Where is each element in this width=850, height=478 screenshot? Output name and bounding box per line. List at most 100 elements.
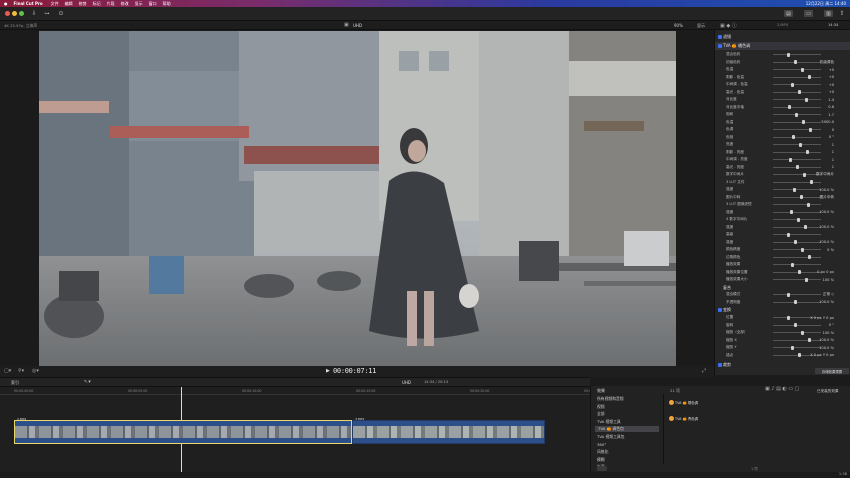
library-toggle-icon[interactable]: ▤	[784, 10, 793, 17]
installed-effects-dropdown[interactable]: 已安装的效果	[817, 389, 839, 394]
parameter-slider[interactable]	[773, 157, 821, 162]
parameter-slider[interactable]	[773, 345, 821, 350]
slider-knob[interactable]	[794, 300, 797, 305]
parameter-slider[interactable]	[773, 247, 821, 252]
slider-knob[interactable]	[801, 67, 804, 72]
effects-search-field[interactable]	[597, 466, 607, 471]
transform-enable-checkbox[interactable]	[718, 308, 722, 312]
slider-knob[interactable]	[804, 225, 807, 230]
inspector-row[interactable]: 初级色彩 初级调色	[715, 59, 850, 67]
share-icon[interactable]: ⇧	[838, 10, 846, 17]
inspector-tab-icons[interactable]: ▣ ◆ ⓘ	[720, 22, 737, 29]
inspector-row[interactable]: 中间调 - 色温 +0	[715, 81, 850, 89]
inspector-row[interactable]: 对比度 1.4	[715, 96, 850, 104]
parameter-slider[interactable]	[773, 97, 821, 102]
slider-knob[interactable]	[809, 127, 812, 132]
parameter-value[interactable]: +0	[829, 68, 834, 72]
play-icon[interactable]: ▶	[326, 368, 330, 374]
parameter-slider[interactable]	[773, 262, 821, 267]
parameter-slider[interactable]	[773, 75, 821, 80]
parameter-slider[interactable]	[773, 142, 821, 147]
import-icon[interactable]: ⇩	[30, 10, 38, 17]
inspector-row[interactable]: 不透明度 100.0 %	[715, 299, 850, 307]
menu-item[interactable]: 帮助	[163, 1, 171, 7]
slider-knob[interactable]	[791, 262, 794, 267]
parameter-slider[interactable]	[773, 187, 821, 192]
effect-thumbnail[interactable]: TVA 🍊 橘色调	[669, 400, 709, 410]
slider-knob[interactable]	[808, 338, 811, 343]
parameter-slider[interactable]	[773, 217, 821, 222]
viewer-timecode[interactable]: 00:00:07:11	[333, 367, 376, 375]
inspector-row[interactable]: 阴影 - 亮度 1	[715, 149, 850, 157]
slider-knob[interactable]	[791, 345, 794, 350]
effects-category-item[interactable]: 360°	[597, 442, 606, 447]
slider-knob[interactable]	[788, 105, 791, 110]
fullscreen-icon[interactable]: ⤢	[702, 368, 706, 374]
slider-knob[interactable]	[794, 323, 797, 328]
inspector-row[interactable]: 中间调 - 亮度 1	[715, 156, 850, 164]
effects-category-item[interactable]: 视频	[597, 404, 605, 410]
speed-tool-icon[interactable]: ◎▾	[32, 368, 39, 374]
inspector-row[interactable]: 阴影 - 色温 +0	[715, 74, 850, 82]
filter-section-header[interactable]: 滤镜	[715, 33, 850, 41]
effects-category-item[interactable]: 风格化	[597, 449, 608, 455]
slider-knob[interactable]	[787, 292, 790, 297]
slider-knob[interactable]	[801, 247, 804, 252]
inspector-row[interactable]: 位置 X 0 px Y 0 px	[715, 314, 850, 322]
window-close-icon[interactable]	[5, 11, 10, 16]
parameter-value[interactable]: 1	[832, 158, 834, 162]
slider-knob[interactable]	[801, 330, 804, 335]
parameter-value[interactable]: 正常 ◇	[823, 292, 834, 297]
parameter-slider[interactable]	[773, 105, 821, 110]
inspector-row[interactable]: 色温 +0	[715, 66, 850, 74]
inspector-row[interactable]: 对比度中轴 0.6	[715, 104, 850, 112]
slider-knob[interactable]	[807, 202, 810, 207]
parameter-slider[interactable]	[773, 277, 821, 282]
inspector-row[interactable]: 3 LUT 文件	[715, 179, 850, 187]
timeline-toggle-icon[interactable]: ▭	[804, 10, 813, 17]
parameter-slider[interactable]	[773, 90, 821, 95]
parameter-value[interactable]: 0.6	[828, 105, 834, 109]
parameter-value[interactable]: 100.0 %	[819, 240, 834, 244]
parameter-value[interactable]: 100.0 %	[819, 188, 834, 192]
slider-knob[interactable]	[791, 82, 794, 87]
inspector-toggle-icon[interactable]: ▥	[824, 10, 833, 17]
parameter-value[interactable]: 0 px 0 px	[817, 270, 834, 274]
parameter-slider[interactable]	[773, 225, 821, 230]
parameter-value[interactable]: 5000.0	[821, 120, 834, 124]
parameter-value[interactable]: +0	[829, 90, 834, 94]
parameter-slider[interactable]	[773, 127, 821, 132]
parameter-value[interactable]: +0	[829, 83, 834, 87]
slider-knob[interactable]	[798, 90, 801, 95]
inspector-row[interactable]: 高级	[715, 231, 850, 239]
select-tool-icon[interactable]: ↖▾	[84, 379, 91, 385]
index-button[interactable]: 索引	[11, 380, 19, 386]
inspector-row[interactable]: 高光 - 色温 +0	[715, 89, 850, 97]
menu-item[interactable]: 标记	[93, 1, 101, 7]
window-zoom-icon[interactable]	[19, 11, 24, 16]
parameter-slider[interactable]	[773, 195, 821, 200]
inspector-row[interactable]: 饱和 1.7	[715, 111, 850, 119]
inspector-row[interactable]: 播放效果	[715, 261, 850, 269]
inspector-row[interactable]: 播放效果大小 100 %	[715, 276, 850, 284]
inspector-row[interactable]: 图片中转 图片中转	[715, 194, 850, 202]
inspector-row[interactable]: 强度 100.0 %	[715, 209, 850, 217]
parameter-slider[interactable]	[773, 135, 821, 140]
inspector-row[interactable]: 强度 100.0 %	[715, 186, 850, 194]
window-minimize-icon[interactable]	[12, 11, 17, 16]
parameter-slider[interactable]	[773, 165, 821, 170]
parameter-value[interactable]: 数字中间片	[816, 172, 834, 177]
parameter-slider[interactable]	[773, 67, 821, 72]
effects-category-item[interactable]: 全部	[597, 411, 605, 417]
parameter-value[interactable]: 100 %	[823, 278, 834, 282]
parameter-slider[interactable]	[773, 330, 821, 335]
inspector-row[interactable]: 高光 - 亮度 1	[715, 164, 850, 172]
parameter-value[interactable]: +0	[829, 75, 834, 79]
parameter-value[interactable]: 1.7	[828, 113, 834, 117]
slider-knob[interactable]	[792, 135, 795, 140]
menu-item[interactable]: 窗口	[149, 1, 157, 7]
parameter-slider[interactable]	[773, 292, 821, 297]
slider-knob[interactable]	[802, 120, 805, 125]
check-circle-icon[interactable]: ⊙	[57, 10, 65, 17]
inspector-row[interactable]: 混合模式 正常 ◇	[715, 291, 850, 299]
